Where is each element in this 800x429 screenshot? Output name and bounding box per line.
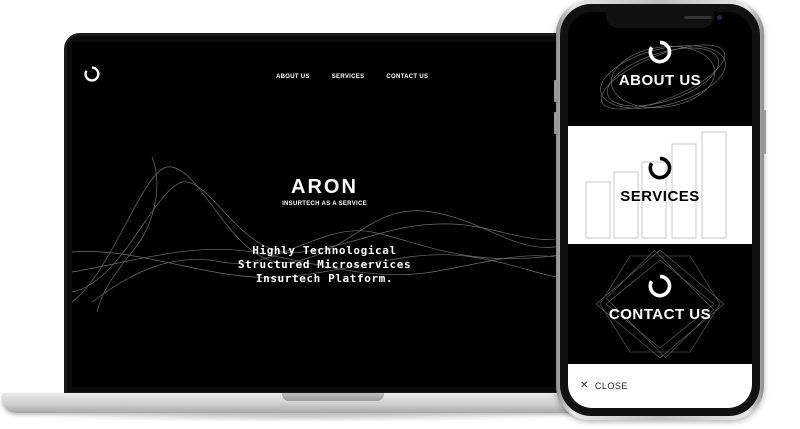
menu-close-bar: ✕ CLOSE [568, 364, 752, 408]
logo-ring-icon [648, 156, 672, 180]
brand-name: ARON [291, 176, 358, 198]
phone-notch [606, 12, 722, 28]
brand-tagline: INSURTECH AS A SERVICE [282, 201, 367, 207]
menu-label: SERVICES [620, 188, 700, 205]
menu-item-contact-us[interactable]: CONTACT US [568, 244, 752, 364]
laptop-trackpad-notch [282, 393, 384, 401]
phone-side-button [763, 110, 766, 154]
menu-item-about-us[interactable]: ABOUT US [568, 28, 752, 126]
decorative-bar-outlines [585, 131, 727, 239]
logo-ring-icon [648, 274, 672, 298]
logo-ring-icon [648, 40, 672, 64]
nav-about-us[interactable]: ABOUT US [276, 74, 310, 80]
laptop-screen: ABOUT US SERVICES CONTACT US ARON INSURT… [72, 42, 577, 387]
phone-volume-button [554, 112, 557, 134]
hero-line: Highly Technological [252, 244, 397, 257]
menu-label: ABOUT US [618, 72, 702, 89]
nav-services[interactable]: SERVICES [332, 74, 365, 80]
menu-label: CONTACT US [608, 306, 712, 323]
phone-volume-button [554, 80, 557, 102]
logo-ring-icon[interactable] [84, 66, 100, 82]
hero-line: Insurtech Platform. [255, 272, 394, 285]
site-nav: ABOUT US SERVICES CONTACT US [276, 74, 428, 80]
decorative-diamonds [595, 249, 725, 359]
phone-camera [717, 15, 722, 20]
hero-line: Structured Microservices [237, 258, 412, 271]
laptop-shadow [30, 412, 570, 422]
close-label: CLOSE [594, 381, 628, 391]
nav-contact-us[interactable]: CONTACT US [386, 74, 428, 80]
close-icon: ✕ [580, 380, 589, 391]
close-button[interactable]: ✕ CLOSE [580, 380, 628, 392]
phone-speaker [684, 16, 712, 19]
menu-item-services[interactable]: SERVICES [568, 126, 752, 244]
phone-screen: ABOUT US SERVICES CONTACT US ✕ CLOSE [568, 12, 752, 408]
hero-text: Highly Technological Structured Microser… [72, 244, 577, 286]
